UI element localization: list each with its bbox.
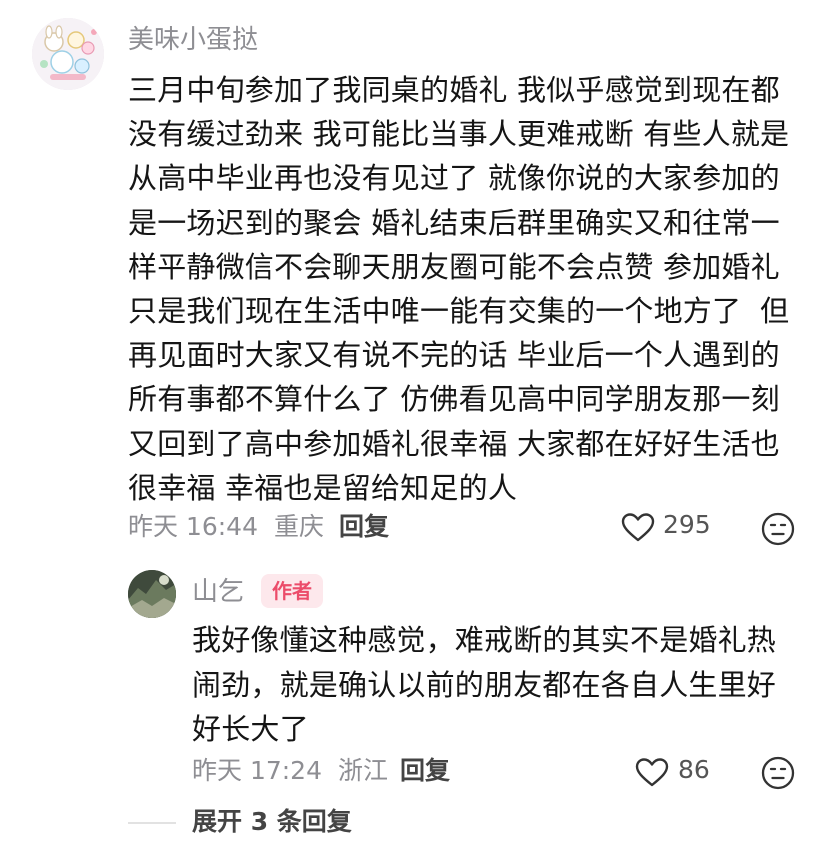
avatar-illustration [32,18,104,90]
reply-username[interactable]: 山乞 [192,574,244,610]
neutral-face-icon[interactable] [761,756,795,790]
comment-text: 三月中旬参加了我同桌的婚礼 我似乎感觉到现在都没有缓过劲来 我可能比当事人更难戒… [128,73,790,505]
username[interactable]: 美味小蛋挞 [128,22,258,58]
neutral-face-icon[interactable] [761,512,795,546]
reply-meta: 昨天 17:24 浙江 [192,754,388,788]
reply-like-count: 86 [678,755,710,784]
reply-reply-button[interactable]: 回复 [400,754,450,788]
comment-meta: 昨天 16:44 重庆 [128,510,324,544]
reply-avatar-photo [128,570,176,618]
comment-location: 重庆 [273,512,324,541]
heart-icon[interactable] [620,510,656,546]
avatar[interactable] [32,18,104,90]
expand-replies-button[interactable]: 展开 3 条回复 [192,805,352,839]
comment-date: 昨天 16:44 [128,512,258,541]
like-count: 295 [663,510,711,539]
heart-icon[interactable] [634,755,670,791]
reply-button[interactable]: 回复 [339,510,389,544]
expand-divider [128,822,176,824]
reply-avatar[interactable] [128,570,176,618]
reply-location: 浙江 [337,756,388,785]
author-badge: 作者 [261,574,323,608]
reply-date: 昨天 17:24 [192,756,322,785]
reply-text: 我好像懂这种感觉，难戒断的其实不是婚礼热闹劲，就是确认以前的朋友都在各自人生里好… [192,623,777,746]
